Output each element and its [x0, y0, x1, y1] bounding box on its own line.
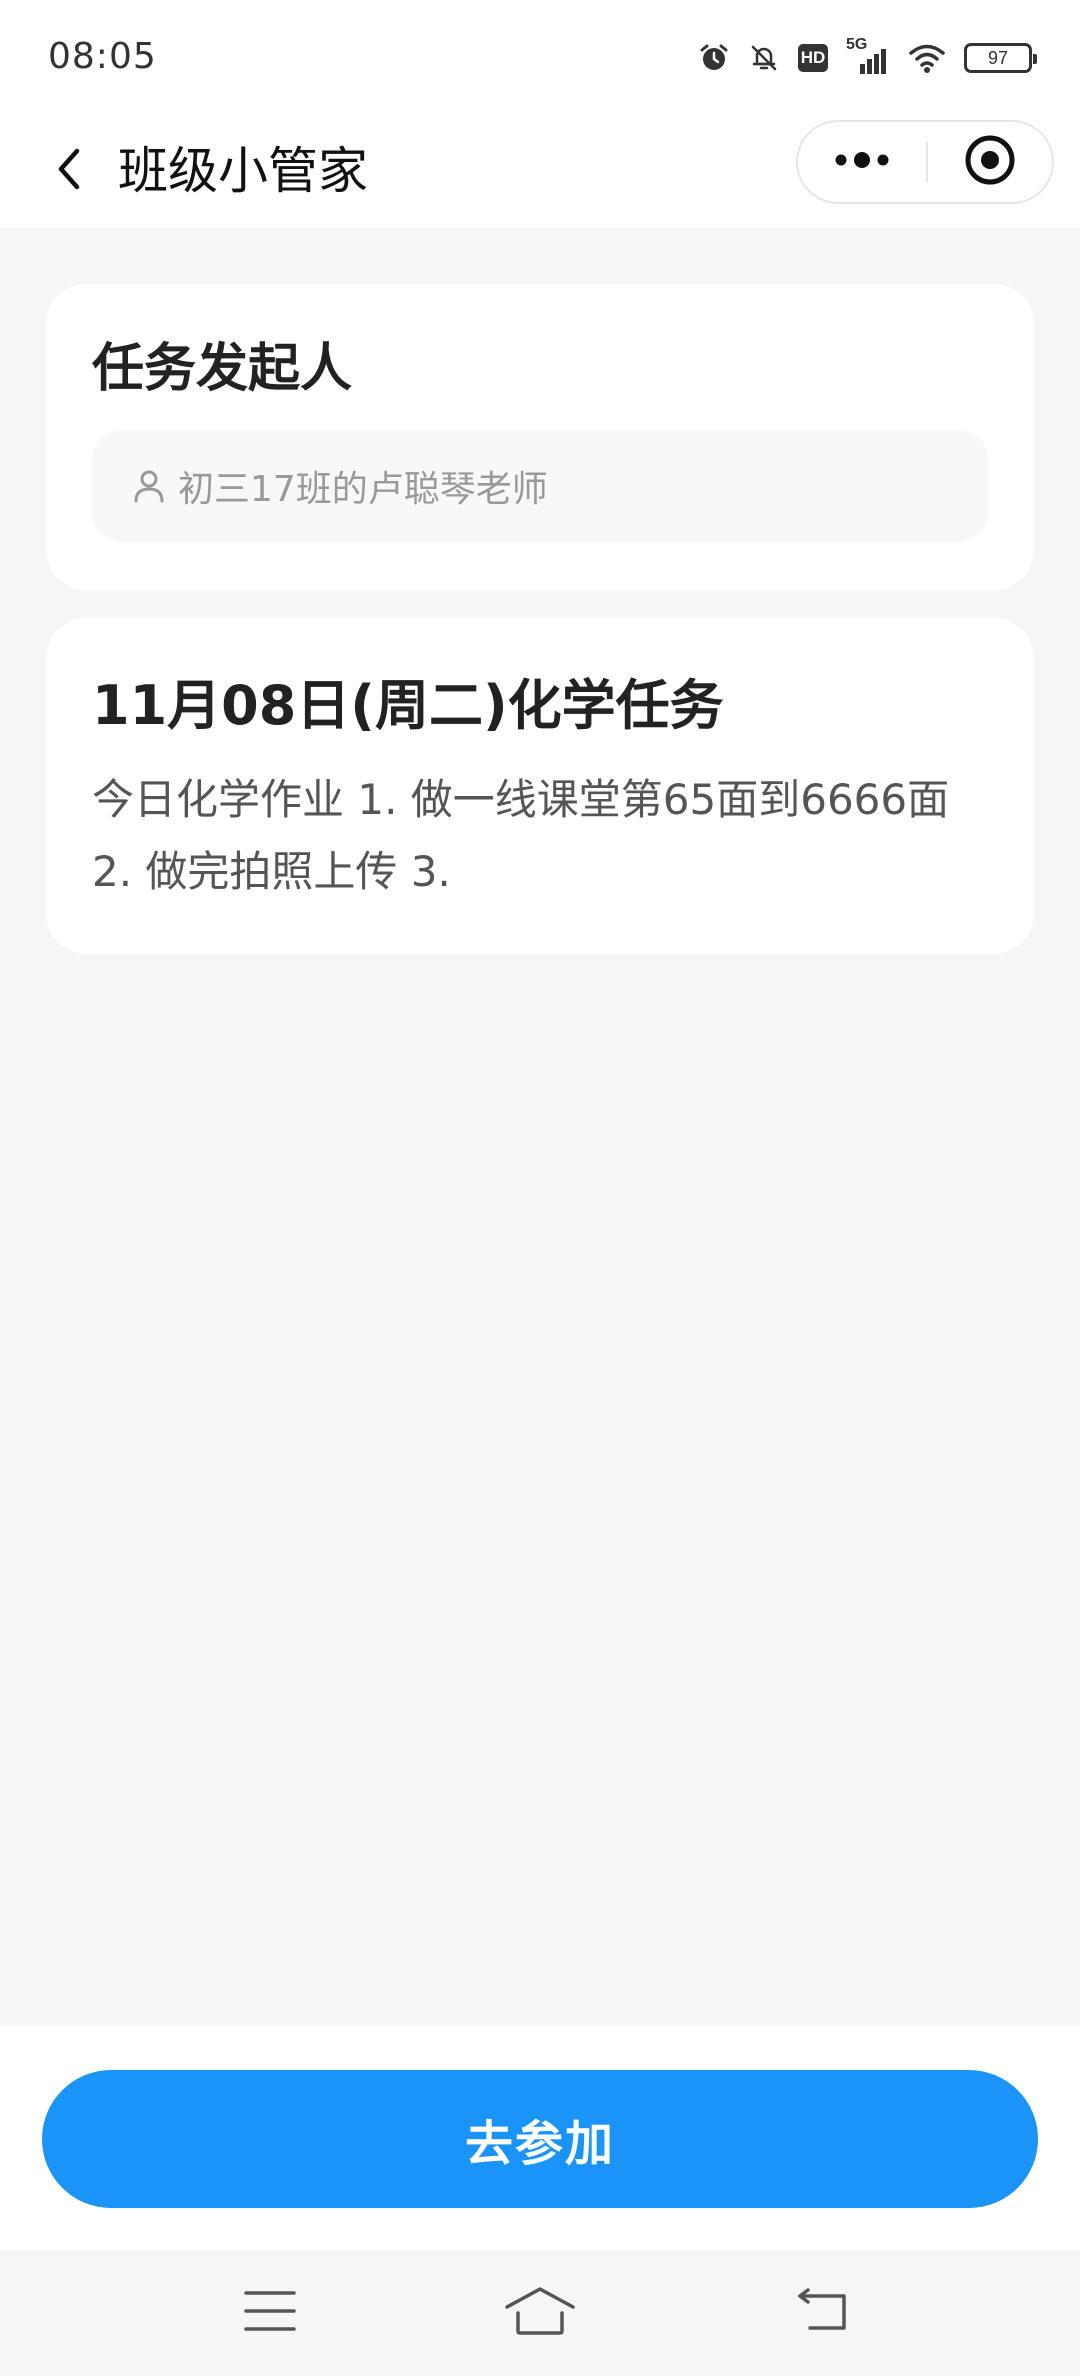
more-dots-icon [832, 150, 892, 174]
chevron-left-icon [49, 145, 89, 197]
initiator-card: 任务发起人 初三17班的卢聪琴老师 [46, 284, 1034, 590]
system-menu-button[interactable] [230, 2278, 310, 2348]
initiator-field: 初三17班的卢聪琴老师 [92, 430, 988, 542]
bell-off-icon [748, 42, 780, 74]
back-icon [794, 2288, 850, 2338]
status-bar: 08:05 HD 5G 97 [0, 0, 1080, 114]
signal-icon: 5G [846, 36, 890, 76]
target-circle-icon [964, 134, 1016, 190]
system-back-button[interactable] [782, 2278, 862, 2348]
join-button[interactable]: 去参加 [42, 2070, 1038, 2208]
alarm-icon [698, 42, 730, 74]
menu-icon [244, 2289, 296, 2337]
hd-icon: HD [798, 44, 828, 72]
person-icon [132, 469, 166, 503]
nav-bar: 班级小管家 [0, 114, 1080, 228]
back-button[interactable] [36, 138, 102, 204]
wifi-icon [908, 42, 946, 74]
task-title: 11月08日(周二)化学任务 [92, 674, 724, 737]
system-home-button[interactable] [500, 2278, 580, 2348]
status-time: 08:05 [48, 36, 157, 77]
more-button[interactable] [798, 122, 926, 202]
close-mini-program-button[interactable] [928, 122, 1052, 202]
initiator-name: 初三17班的卢聪琴老师 [178, 469, 548, 510]
system-nav-bar [0, 2250, 1080, 2376]
battery-icon: 97 [964, 43, 1037, 73]
bottom-action-bar: 去参加 [0, 2026, 1080, 2250]
task-description: 今日化学作业 1. 做一线课堂第65面到6666面 2. 做完拍照上传 3. [92, 775, 950, 896]
page-title: 班级小管家 [118, 142, 368, 200]
status-icons: HD 5G 97 [698, 36, 1037, 78]
mini-program-capsule [796, 120, 1054, 204]
task-card: 11月08日(周二)化学任务 今日化学作业 1. 做一线课堂第65面到6666面… [46, 618, 1034, 954]
initiator-heading: 任务发起人 [92, 339, 353, 399]
home-icon [504, 2285, 576, 2341]
